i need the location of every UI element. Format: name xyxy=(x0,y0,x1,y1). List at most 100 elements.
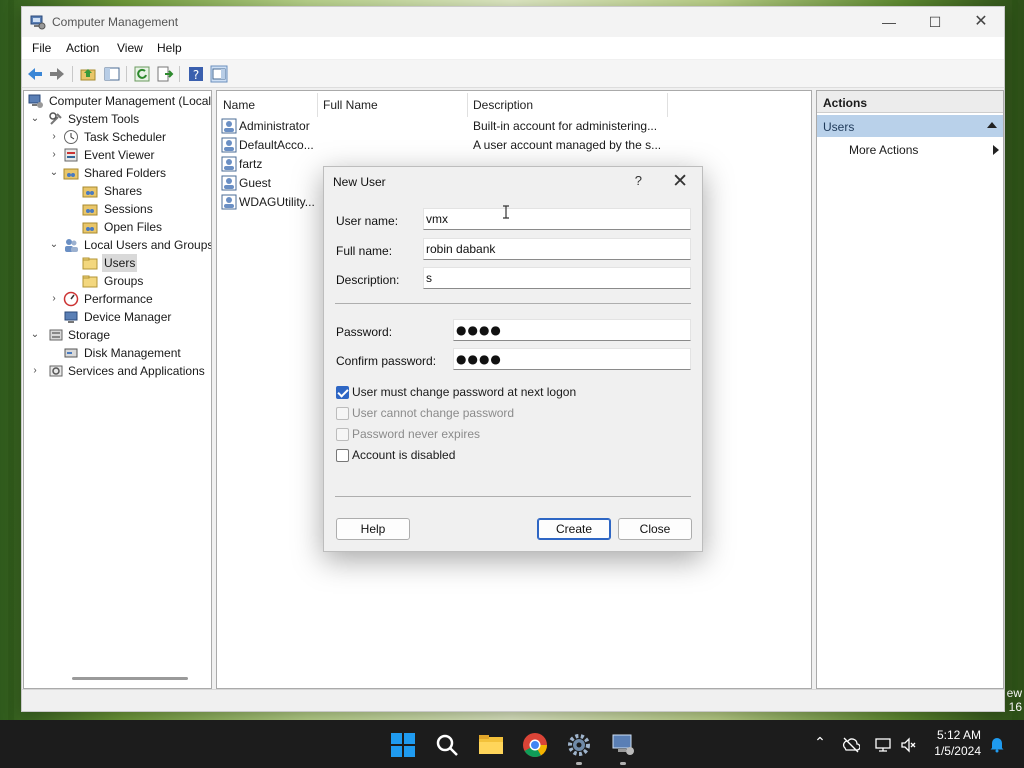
notification-bell-icon[interactable] xyxy=(988,735,1006,753)
menu-help[interactable]: Help xyxy=(157,41,182,55)
close-window-button[interactable]: ✕ xyxy=(958,11,1004,33)
user-icon xyxy=(221,175,237,191)
description-field[interactable]: s xyxy=(423,267,691,289)
clock-time: 5:12 AM xyxy=(936,728,981,742)
user-icon xyxy=(221,194,237,210)
dialog-title: New User xyxy=(333,175,386,189)
user-name: Guest xyxy=(239,176,272,190)
back-arrow-icon[interactable] xyxy=(26,65,44,83)
tree-item-label: Services and Applications xyxy=(68,364,205,378)
tree-item-task-scheduler[interactable]: › Task Scheduler xyxy=(49,128,209,146)
username-field[interactable]: vmx xyxy=(423,208,691,230)
column-header-full-name[interactable]: Full Name xyxy=(323,95,378,117)
toolbar-separator xyxy=(126,66,127,82)
minimize-button[interactable]: — xyxy=(866,11,912,33)
tree-item-label: Users xyxy=(102,254,138,272)
tree-item-label: Device Manager xyxy=(84,310,172,324)
tree-item-performance[interactable]: › Performance xyxy=(49,290,209,308)
tree-item-services-and-applications[interactable]: › Services and Applications xyxy=(30,362,211,380)
actions-group-users[interactable]: Users xyxy=(817,115,1003,137)
tree-item-disk-management[interactable]: Disk Management xyxy=(63,344,211,362)
menu-file[interactable]: File xyxy=(32,41,51,55)
checkbox-icon[interactable] xyxy=(336,449,349,462)
export-list-icon[interactable] xyxy=(156,65,174,83)
help-icon[interactable]: ? xyxy=(187,65,205,83)
tree-item-label: System Tools xyxy=(68,112,140,126)
checkbox-icon xyxy=(336,407,349,420)
clock-icon xyxy=(64,130,78,144)
username-label: User name: xyxy=(336,214,399,228)
up-folder-icon[interactable] xyxy=(79,65,97,83)
chevron-down-icon[interactable]: ⌄ xyxy=(30,110,40,128)
column-separator[interactable] xyxy=(467,93,468,117)
fullname-field[interactable]: robin dabank xyxy=(423,238,691,260)
show-action-pane-icon[interactable] xyxy=(210,65,228,83)
search-icon[interactable] xyxy=(434,732,460,758)
onedrive-offline-icon[interactable] xyxy=(842,736,860,754)
create-button[interactable]: Create xyxy=(537,518,611,540)
tree-item-device-manager[interactable]: Device Manager xyxy=(63,308,211,326)
performance-icon xyxy=(63,291,79,307)
submenu-arrow-icon[interactable] xyxy=(993,145,999,155)
file-explorer-icon[interactable] xyxy=(478,732,504,758)
dialog-separator xyxy=(335,496,691,497)
settings-gear-icon[interactable] xyxy=(566,732,592,758)
chevron-right-icon[interactable]: › xyxy=(30,362,40,380)
volume-muted-icon[interactable] xyxy=(900,736,918,754)
tree-item-label: Computer Management (Local xyxy=(49,94,212,108)
chevron-right-icon[interactable]: › xyxy=(49,128,59,146)
desktop-edge-text: 16 xyxy=(1008,700,1022,714)
event-viewer-icon xyxy=(64,148,78,162)
tree-item-storage[interactable]: ⌄ Storage xyxy=(30,326,210,344)
title-bar[interactable]: Computer Management — ☐ ✕ xyxy=(22,7,1004,37)
help-button[interactable]: Help xyxy=(336,518,410,540)
chevron-down-icon[interactable]: ⌄ xyxy=(30,326,40,344)
running-indicator xyxy=(576,762,582,765)
tree-item-shared-folders[interactable]: ⌄ Shared Folders xyxy=(49,164,209,182)
computer-management-taskbar-icon[interactable] xyxy=(610,732,636,758)
dialog-close-icon[interactable]: ✕ xyxy=(672,170,688,193)
close-button[interactable]: Close xyxy=(618,518,692,540)
tree-item-label: Event Viewer xyxy=(84,148,155,162)
toolbar: ? xyxy=(22,60,1004,88)
services-icon xyxy=(49,365,63,377)
user-name: Administrator xyxy=(239,119,310,133)
device-manager-icon xyxy=(64,311,78,323)
description-label: Description: xyxy=(336,273,400,287)
column-separator[interactable] xyxy=(667,93,668,117)
horizontal-scrollbar[interactable] xyxy=(72,677,188,680)
refresh-icon[interactable] xyxy=(133,65,151,83)
tree-item-label: Performance xyxy=(84,292,153,306)
chevron-down-icon[interactable]: ⌄ xyxy=(49,236,59,254)
confirm-password-field[interactable]: ●●●● xyxy=(453,348,691,370)
taskbar: ⌃ 5:12 AM 1/5/2024 xyxy=(0,720,1024,768)
column-header-description[interactable]: Description xyxy=(473,95,533,117)
tray-overflow-chevron-icon[interactable]: ⌃ xyxy=(810,734,830,751)
menu-action[interactable]: Action xyxy=(66,41,99,55)
chevron-right-icon[interactable]: › xyxy=(49,146,59,164)
tree-item-system-tools[interactable]: ⌄ System Tools xyxy=(30,110,210,128)
chrome-icon[interactable] xyxy=(522,732,548,758)
column-separator[interactable] xyxy=(317,93,318,117)
more-actions-item[interactable]: More Actions xyxy=(849,143,918,157)
network-icon[interactable] xyxy=(874,736,892,754)
tree-item-label: Groups xyxy=(104,274,144,288)
show-hide-console-tree-icon[interactable] xyxy=(103,65,121,83)
menu-view[interactable]: View xyxy=(117,41,143,55)
collapse-arrow-icon[interactable] xyxy=(987,122,997,128)
computer-management-icon xyxy=(30,15,46,30)
chevron-right-icon[interactable]: › xyxy=(49,290,59,308)
password-label: Password: xyxy=(336,325,393,339)
tree-item-label: Open Files xyxy=(104,220,163,234)
windows-start-icon[interactable] xyxy=(390,732,416,758)
dialog-help-icon[interactable]: ? xyxy=(635,173,642,188)
password-field[interactable]: ●●●● xyxy=(453,319,691,341)
tree-item-local-users-and-groups[interactable]: ⌄ Local Users and Groups xyxy=(49,236,211,254)
clock[interactable]: 5:12 AM 1/5/2024 xyxy=(934,727,981,759)
column-header-name[interactable]: Name xyxy=(223,95,255,117)
chevron-down-icon[interactable]: ⌄ xyxy=(49,164,59,182)
forward-arrow-icon[interactable] xyxy=(48,65,66,83)
maximize-button[interactable]: ☐ xyxy=(912,11,958,33)
checkbox-checked-icon[interactable] xyxy=(336,386,349,399)
tree-item-event-viewer[interactable]: › Event Viewer xyxy=(49,146,209,164)
